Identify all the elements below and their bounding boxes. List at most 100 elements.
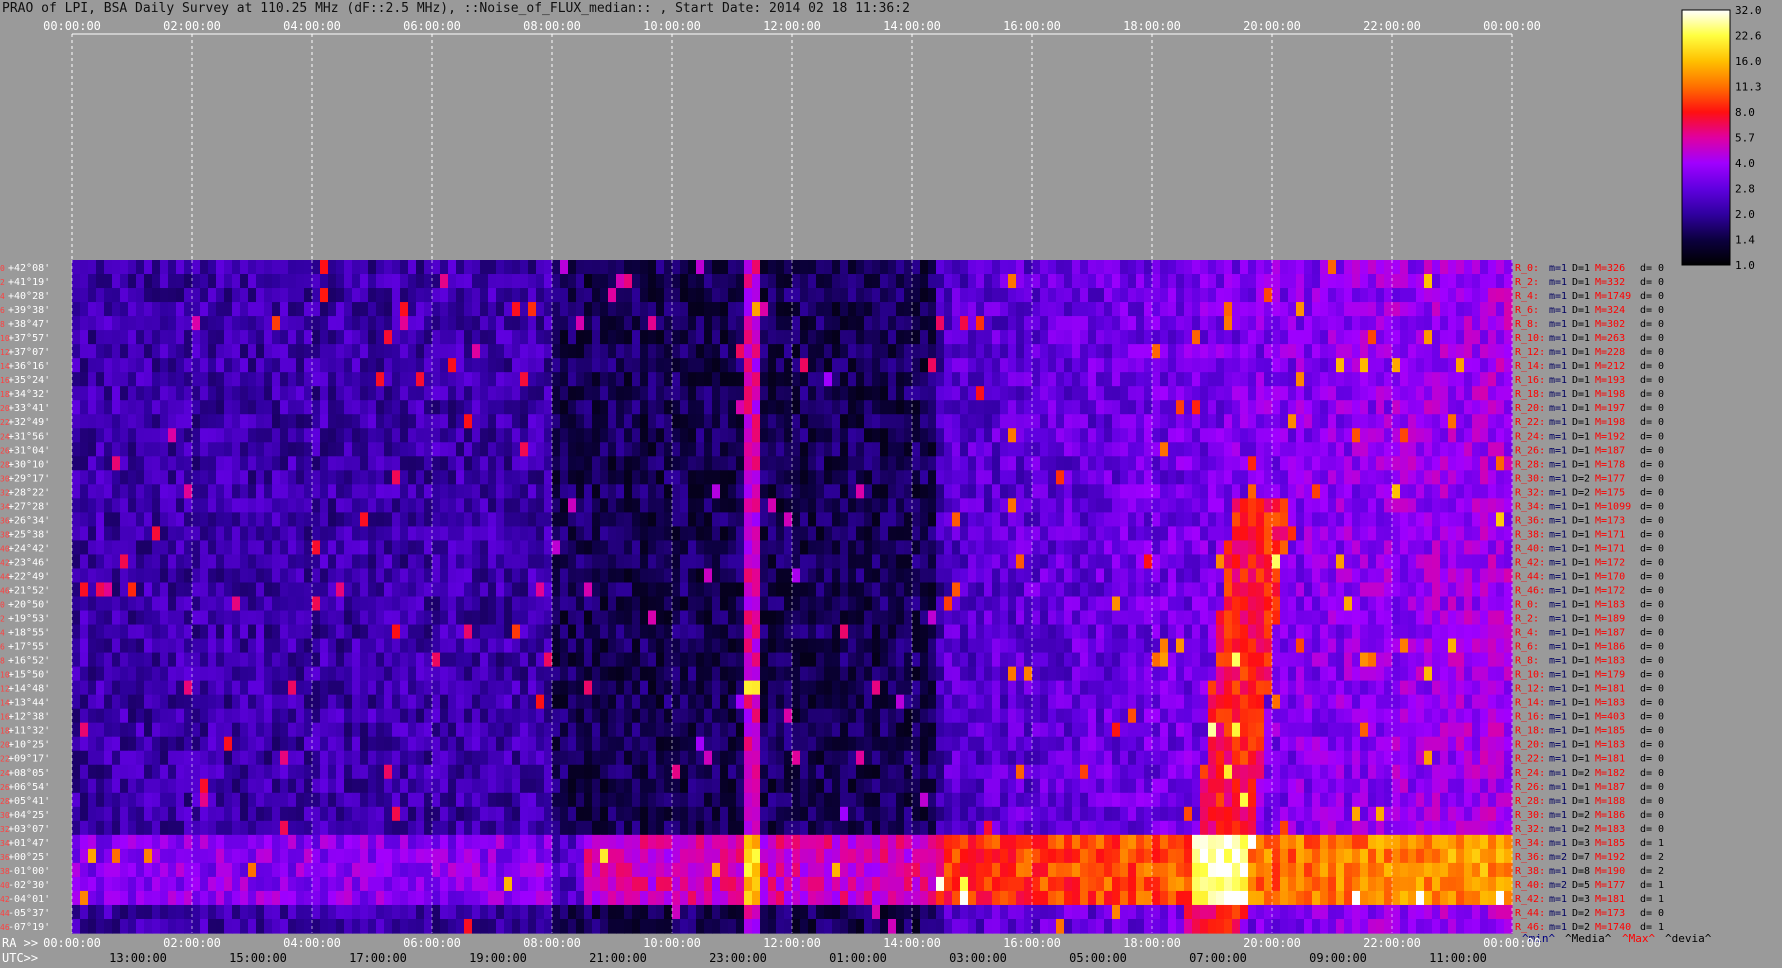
heatmap-cell [856,582,865,598]
heatmap-cell [88,568,97,584]
heatmap-cell [1296,316,1305,331]
heatmap-cell [1384,624,1393,640]
heatmap-cell [504,274,513,289]
heatmap-cell [344,428,353,443]
heatmap-cell [904,498,913,513]
heatmap-cell [1328,596,1337,612]
heatmap-cell [1040,470,1049,485]
heatmap-cell [336,372,345,387]
heatmap-cell [1232,414,1241,429]
heatmap-cell [360,260,369,275]
heatmap-cell [840,330,849,345]
heatmap-cell [1040,358,1049,373]
heatmap-cell [1240,624,1249,640]
heatmap-cell [1328,372,1337,387]
heatmap-cell [176,372,185,387]
heatmap-cell [1112,260,1121,275]
heatmap-cell [528,358,537,373]
heatmap-cell [296,610,305,626]
heatmap-cell [112,512,121,527]
heatmap-cell [368,526,377,542]
heatmap-cell [712,554,721,570]
heatmap-cell [176,470,185,485]
heatmap-cell [936,568,945,584]
heatmap-cell [744,344,753,359]
heatmap-cell [1008,512,1017,527]
heatmap-cell [816,638,825,654]
heatmap-cell [80,372,89,387]
heatmap-cell [568,638,577,654]
heatmap-cell [1248,512,1257,527]
heatmap-cell [1248,386,1257,401]
heatmap-cell [600,638,609,654]
heatmap-cell [352,624,361,640]
heatmap-cell [1376,288,1385,303]
heatmap-cell [1392,386,1401,401]
heatmap-cell [320,330,329,345]
heatmap-cell [168,386,177,401]
heatmap-cell [1136,512,1145,527]
heatmap-cell [1272,582,1281,598]
heatmap-cell [360,414,369,429]
heatmap-cell [1408,540,1417,556]
heatmap-cell [872,386,881,401]
heatmap-cell [512,386,521,401]
heatmap-cell [1416,484,1425,499]
heatmap-cell [600,512,609,527]
heatmap-cell [80,330,89,345]
heatmap-cell [1504,512,1513,527]
heatmap-cell [96,568,105,584]
heatmap-cell [1024,428,1033,443]
heatmap-cell [1088,484,1097,499]
heatmap-cell [384,260,393,275]
heatmap-cell [1456,414,1465,429]
heatmap-cell [1200,456,1209,471]
heatmap-cell [1480,330,1489,345]
heatmap-cell [1384,260,1393,275]
heatmap-cell [1104,302,1113,317]
heatmap-cell [1224,484,1233,499]
heatmap-cell [552,638,561,654]
heatmap-cell [864,428,873,443]
heatmap-cell [888,358,897,373]
heatmap-cell [1400,596,1409,612]
heatmap-cell [1336,316,1345,331]
heatmap-cell [952,288,961,303]
heatmap-cell [176,260,185,275]
heatmap-cell [368,400,377,415]
heatmap-cell [1488,414,1497,429]
heatmap-cell [616,596,625,612]
heatmap-cell [1072,316,1081,331]
heatmap-cell [1440,344,1449,359]
heatmap-cell [376,260,385,275]
heatmap-cell [352,316,361,331]
heatmap-cell [976,554,985,570]
heatmap-cell [1360,372,1369,387]
heatmap-cell [176,484,185,499]
heatmap-cell [1464,274,1473,289]
heatmap-cell [1352,358,1361,373]
heatmap-cell [152,624,161,640]
heatmap-cell [152,512,161,527]
heatmap-cell [280,638,289,654]
heatmap-cell [1000,540,1009,556]
heatmap-cell [808,484,817,499]
heatmap-cell [888,330,897,345]
heatmap-cell [152,498,161,513]
heatmap-cell [560,498,569,513]
heatmap-cell [1440,442,1449,457]
heatmap-cell [912,288,921,303]
heatmap-cell [456,456,465,471]
heatmap-cell [536,596,545,612]
heatmap-cell [264,400,273,415]
heatmap-cell [216,638,225,654]
heatmap-cell [408,610,417,626]
heatmap-cell [344,358,353,373]
heatmap-cell [168,260,177,275]
heatmap-cell [856,484,865,499]
heatmap-cell [1080,260,1089,275]
heatmap-cell [1120,428,1129,443]
heatmap-cell [1336,358,1345,373]
heatmap-cell [472,540,481,556]
heatmap-cell [160,624,169,640]
